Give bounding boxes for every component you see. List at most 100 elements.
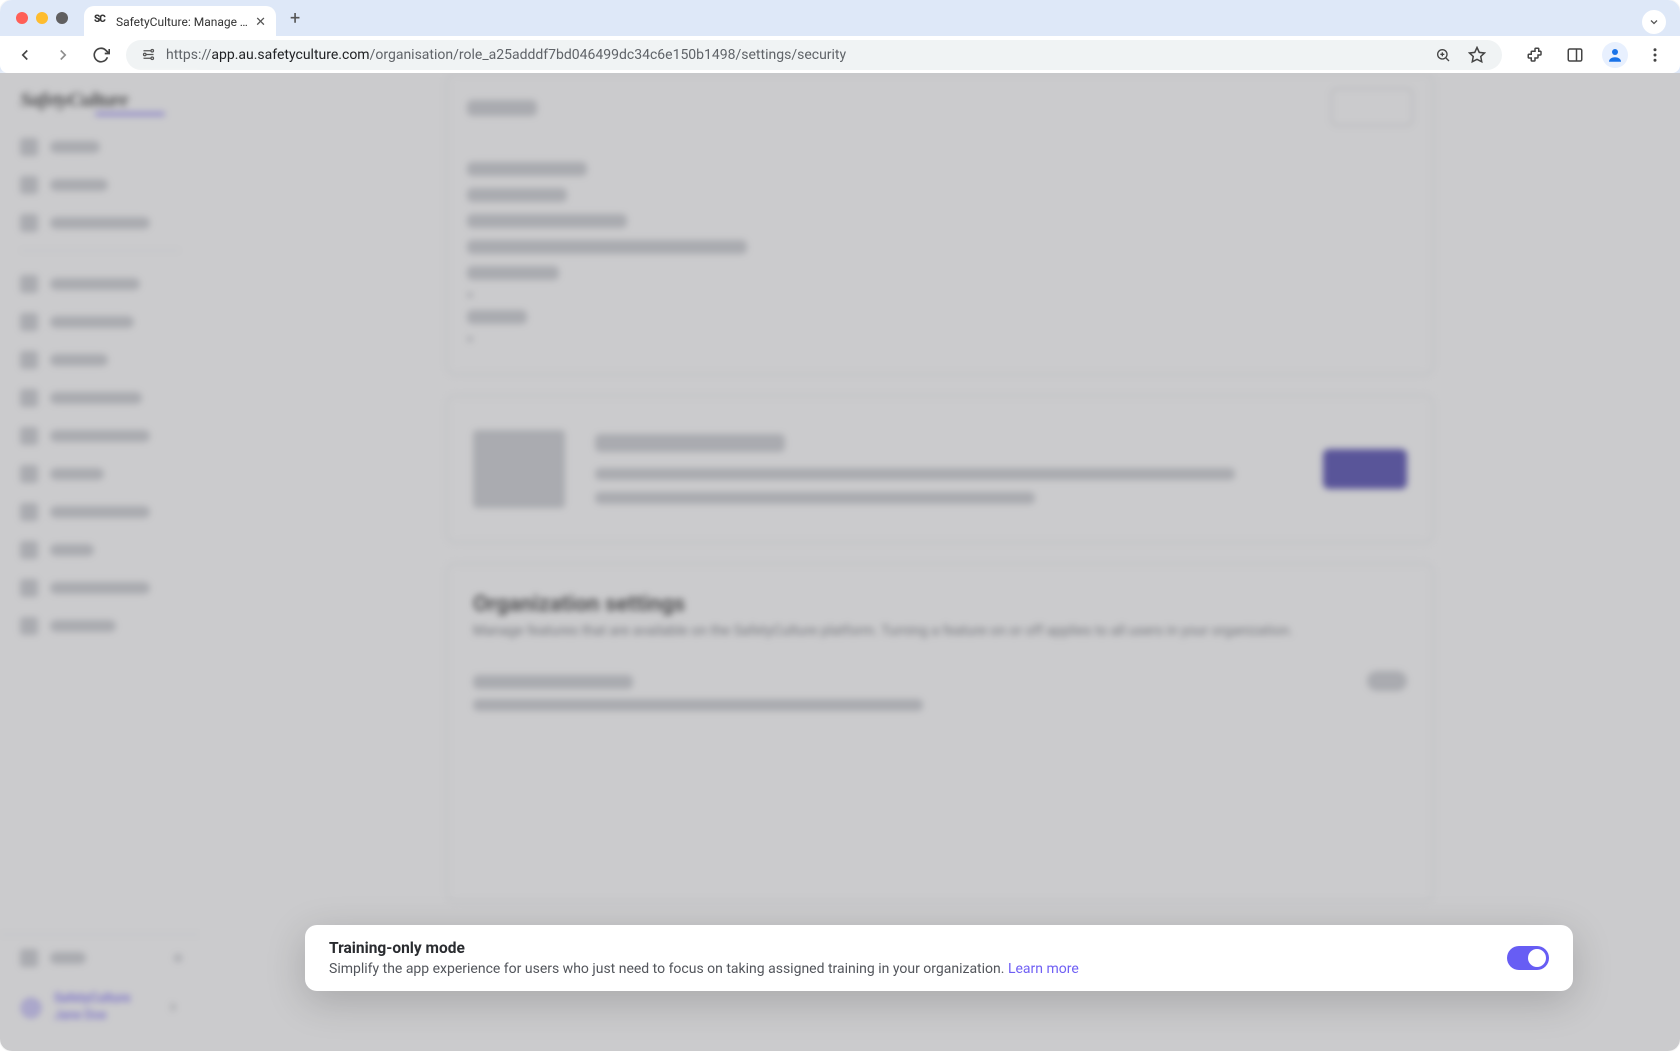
nav-forward-button[interactable] [50, 42, 76, 68]
sidebar-icon [20, 579, 38, 597]
sidebar: SafetyCulture [0, 73, 200, 1051]
sidebar-label-skeleton [50, 430, 150, 442]
sidebar-item[interactable] [0, 455, 200, 493]
address-bar[interactable]: https://app.au.safetyculture.com/organis… [126, 40, 1502, 70]
panel-description: Simplify the app experience for users wh… [329, 961, 1507, 977]
toggle-skeleton [1367, 671, 1407, 691]
skeleton-dot [467, 292, 473, 298]
org-text: SafetyCulture Jane Doe [54, 991, 130, 1025]
sidebar-icon [20, 389, 38, 407]
user-name: Jane Doe [54, 1008, 130, 1025]
training-only-toggle[interactable] [1507, 946, 1549, 970]
sidebar-footer: SafetyCulture Jane Doe [0, 934, 200, 1041]
sidebar-item[interactable] [0, 265, 200, 303]
sidebar-item[interactable] [0, 128, 200, 166]
sidebar-item[interactable] [0, 166, 200, 204]
sidebar-label-skeleton [50, 278, 140, 290]
sidebar-icon [20, 427, 38, 445]
bookmark-icon[interactable] [1464, 42, 1490, 68]
logo-underline-icon [95, 112, 165, 116]
browser-tab[interactable]: SC SafetyCulture: Manage Teams and... ✕ [84, 6, 276, 38]
sidebar-item[interactable] [0, 204, 200, 242]
blurred-content: Organization settings Manage features th… [220, 73, 1660, 902]
org-name: SafetyCulture [54, 991, 130, 1008]
skeleton-line [467, 100, 537, 116]
sidebar-label-skeleton [50, 217, 150, 229]
nav-back-button[interactable] [12, 42, 38, 68]
skeleton-line [467, 240, 747, 254]
promo-image-skeleton [473, 430, 565, 508]
window-minimize-icon[interactable] [36, 12, 48, 24]
toolbar-row: https://app.au.safetyculture.com/organis… [0, 36, 1680, 73]
app-root: SafetyCulture [0, 73, 1680, 1051]
dot-icon [174, 954, 182, 962]
skeleton-line [467, 310, 527, 324]
sidebar-item[interactable] [0, 493, 200, 531]
sidebar-item[interactable] [0, 607, 200, 645]
sidebar-item[interactable] [0, 417, 200, 455]
new-tab-button[interactable]: + [290, 8, 300, 29]
skeleton-line [473, 675, 633, 689]
sidebar-label-skeleton [50, 468, 104, 480]
chevron-right-icon [166, 999, 180, 1018]
sidebar-item[interactable] [0, 379, 200, 417]
sidebar-item[interactable] [0, 341, 200, 379]
url-scheme: https:// [166, 47, 211, 63]
nav-reload-button[interactable] [88, 42, 114, 68]
logo[interactable]: SafetyCulture [0, 83, 200, 128]
sidebar-label-skeleton [50, 354, 108, 366]
skeleton-line [467, 188, 567, 202]
sidebar-divider [20, 250, 180, 251]
skeleton-line [595, 434, 785, 452]
sidebar-item[interactable] [0, 569, 200, 607]
sidebar-footer-item[interactable] [0, 935, 200, 981]
url-host: app.au.safetyculture.com [211, 47, 369, 63]
learn-more-link[interactable]: Learn more [1008, 961, 1079, 977]
chrome-menu-icon[interactable] [1642, 42, 1668, 68]
skeleton-line [473, 699, 923, 711]
promo-card [446, 395, 1434, 543]
logo-text: SafetyCulture [0, 83, 200, 128]
tab-close-icon[interactable]: ✕ [255, 15, 266, 30]
panel-title: Training-only mode [329, 939, 1507, 957]
sidebar-icon [20, 275, 38, 293]
sidebar-label-skeleton [50, 141, 100, 153]
setting-row-skeleton [473, 675, 1407, 711]
settings-card [446, 73, 1434, 375]
org-settings-subtitle: Manage features that are available on th… [473, 623, 1407, 639]
panel-description-text: Simplify the app experience for users wh… [329, 961, 1008, 977]
org-switcher[interactable]: SafetyCulture Jane Doe [0, 981, 200, 1041]
site-settings-icon[interactable] [138, 45, 158, 65]
sidebar-item[interactable] [0, 303, 200, 341]
profile-icon[interactable] [1602, 42, 1628, 68]
toolbar-actions [1522, 42, 1668, 68]
promo-cta-button-skeleton [1323, 449, 1407, 489]
sidebar-label-skeleton [50, 952, 86, 964]
window-close-icon[interactable] [16, 12, 28, 24]
main: Organization settings Manage features th… [200, 73, 1680, 1051]
gear-icon [20, 997, 42, 1019]
toggle-knob-icon [1528, 949, 1546, 967]
sidebar-label-skeleton [50, 179, 108, 191]
zoom-icon[interactable] [1430, 42, 1456, 68]
promo-text [595, 434, 1293, 504]
window-maximize-icon[interactable] [56, 12, 68, 24]
tabs-dropdown-button[interactable] [1642, 10, 1666, 34]
tab-title: SafetyCulture: Manage Teams and... [116, 15, 249, 29]
sidebar-label-skeleton [50, 620, 116, 632]
sidebar-icon [20, 465, 38, 483]
org-settings-title: Organization settings [473, 592, 1407, 617]
sidebar-label-skeleton [50, 544, 94, 556]
side-panel-icon[interactable] [1562, 42, 1588, 68]
sidebar-item[interactable] [0, 531, 200, 569]
skeleton-dot [467, 336, 473, 342]
sidebar-icon [20, 176, 38, 194]
skeleton-line [595, 468, 1235, 480]
extensions-icon[interactable] [1522, 42, 1548, 68]
training-only-mode-panel: Training-only mode Simplify the app expe… [305, 925, 1573, 991]
sidebar-label-skeleton [50, 392, 142, 404]
sidebar-icon [20, 313, 38, 331]
sidebar-icon [20, 138, 38, 156]
panel-body: Training-only mode Simplify the app expe… [329, 939, 1507, 977]
skeleton-line [467, 266, 559, 280]
